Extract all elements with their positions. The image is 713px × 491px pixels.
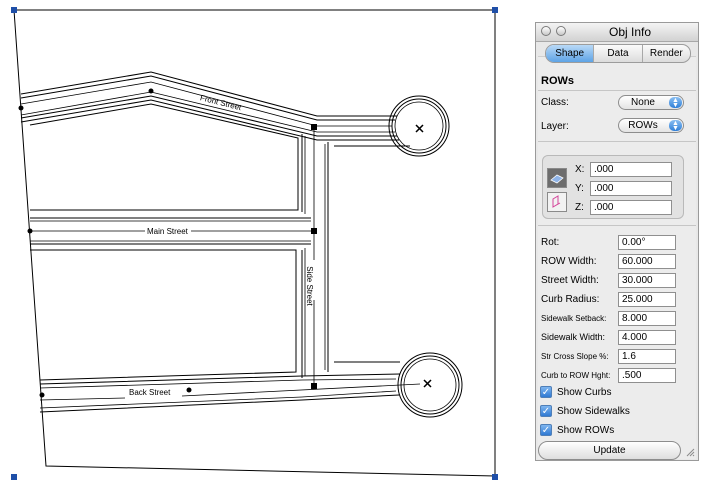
curb-row-height-label: Curb to ROW Hght: xyxy=(541,371,611,380)
coordinates-group: X: .000 Y: .000 Z: .000 xyxy=(542,155,684,219)
control-points[interactable] xyxy=(18,88,318,398)
side-street-label: Side Street xyxy=(305,266,314,306)
curb-radius-field[interactable]: 25.000 xyxy=(618,292,676,307)
street-width-label: Street Width: xyxy=(541,275,599,286)
end-markers[interactable] xyxy=(415,124,432,388)
chevron-updown-icon: ▲ ▼ xyxy=(669,120,682,132)
show-sidewalks-label: Show Sidewalks xyxy=(557,406,630,417)
y-field[interactable]: .000 xyxy=(590,181,672,196)
sidewalk-width-label: Sidewalk Width: xyxy=(541,332,606,342)
update-button[interactable]: Update xyxy=(538,441,681,460)
sidewalk-width-field[interactable]: 4.000 xyxy=(618,330,676,345)
curb-row-height-field[interactable]: .500 xyxy=(618,368,676,383)
chevron-updown-icon: ▲ ▼ xyxy=(669,97,682,109)
cross-slope-label: Str Cross Slope %: xyxy=(541,352,609,361)
side-street[interactable] xyxy=(301,127,329,386)
show-curbs-label: Show Curbs xyxy=(557,387,612,398)
street-width-field[interactable]: 30.000 xyxy=(618,273,676,288)
layer-popup[interactable]: ROWs ▲ ▼ xyxy=(618,118,684,133)
front-street[interactable] xyxy=(20,71,399,141)
x-field[interactable]: .000 xyxy=(590,162,672,177)
row-width-field[interactable]: 60.000 xyxy=(618,254,676,269)
tab-bar: Shape Data Render xyxy=(545,44,691,63)
divider xyxy=(538,225,696,226)
tab-render[interactable]: Render xyxy=(643,45,690,62)
end-marker[interactable] xyxy=(423,379,432,388)
rot-label: Rot: xyxy=(541,237,560,248)
3d-view-icon[interactable] xyxy=(547,192,567,212)
tab-shape[interactable]: Shape xyxy=(546,45,595,62)
row-width-label: ROW Width: xyxy=(541,256,597,267)
junction-marker[interactable] xyxy=(311,228,317,234)
x-label: X: xyxy=(575,164,585,175)
control-point[interactable] xyxy=(18,105,24,111)
class-popup[interactable]: None ▲ ▼ xyxy=(618,95,684,110)
y-label: Y: xyxy=(575,183,584,194)
curb-radius-label: Curb Radius: xyxy=(541,294,600,305)
resize-grip-icon[interactable] xyxy=(685,447,695,457)
divider xyxy=(538,141,696,142)
back-street-label: Back Street xyxy=(129,388,171,397)
show-sidewalks-checkbox[interactable]: ✓ xyxy=(540,405,552,417)
class-value: None xyxy=(631,97,655,108)
rot-field[interactable]: 0.00° xyxy=(618,235,676,250)
city-blocks[interactable] xyxy=(29,103,410,381)
plan-view-icon[interactable] xyxy=(547,168,567,188)
control-point[interactable] xyxy=(148,88,154,94)
show-rows-label: Show ROWs xyxy=(557,425,615,436)
junction-marker[interactable] xyxy=(311,383,317,389)
front-cul-de-sac[interactable] xyxy=(388,95,450,157)
object-name: ROWs xyxy=(541,75,574,87)
back-street[interactable] xyxy=(39,373,421,413)
z-field[interactable]: .000 xyxy=(590,200,672,215)
obj-info-palette: Obj Info ROWs Class: None ▲ ▼ Layer: ROWs… xyxy=(535,22,699,461)
show-curbs-checkbox[interactable]: ✓ xyxy=(540,386,552,398)
show-rows-checkbox[interactable]: ✓ xyxy=(540,424,552,436)
divider xyxy=(538,90,696,91)
z-label: Z: xyxy=(575,202,584,213)
site-plan-drawing[interactable]: Front Street Main Street Side Street Bac… xyxy=(0,0,520,491)
junction-marker[interactable] xyxy=(311,124,317,130)
shape-panel: ROWs Class: None ▲ ▼ Layer: ROWs ▲ ▼ X: .0… xyxy=(538,56,696,460)
selection-handle[interactable] xyxy=(11,474,17,480)
sidewalk-setback-field[interactable]: 8.000 xyxy=(618,311,676,326)
palette-titlebar[interactable]: Obj Info xyxy=(536,23,698,42)
sidewalk-setback-label: Sidewalk Setback: xyxy=(541,314,607,323)
selection-handle[interactable] xyxy=(492,474,498,480)
tab-data[interactable]: Data xyxy=(594,45,643,62)
cross-slope-field[interactable]: 1.6 xyxy=(618,349,676,364)
control-point[interactable] xyxy=(39,392,45,398)
main-street-label: Main Street xyxy=(147,227,189,236)
selection-handle[interactable] xyxy=(11,7,17,13)
palette-title: Obj Info xyxy=(608,25,652,39)
class-label: Class: xyxy=(541,97,569,108)
layer-value: ROWs xyxy=(628,120,658,131)
end-marker[interactable] xyxy=(415,124,424,133)
drawing-canvas[interactable]: Front Street Main Street Side Street Bac… xyxy=(0,0,520,491)
layer-label: Layer: xyxy=(541,121,569,132)
control-point[interactable] xyxy=(186,387,192,393)
control-point[interactable] xyxy=(27,228,33,234)
selection-handle[interactable] xyxy=(492,7,498,13)
